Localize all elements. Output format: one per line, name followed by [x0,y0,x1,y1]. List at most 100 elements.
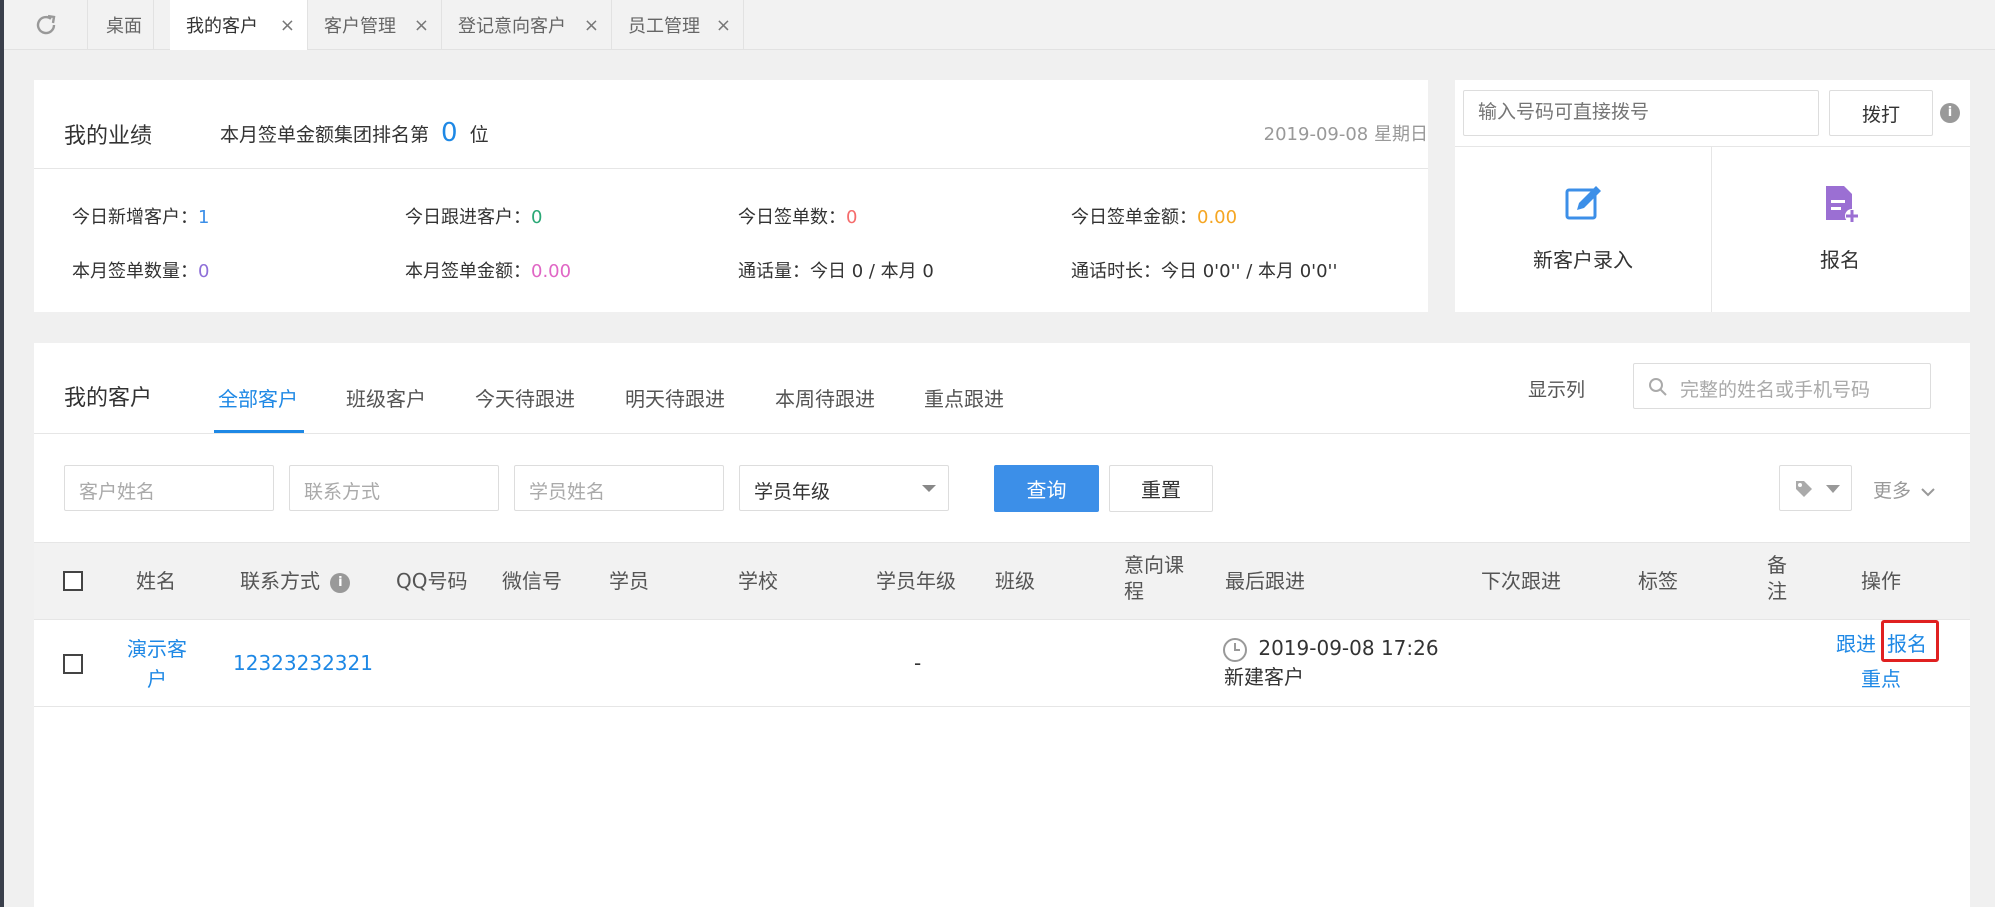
column-header: 联系方式 i [240,568,351,594]
tab-customer-management[interactable]: 客户管理 × [308,0,442,50]
caret-down-icon [1826,485,1840,493]
column-header: 姓名 [136,569,176,593]
grade-select[interactable]: 学员年级 [739,465,949,511]
dial-number-input[interactable] [1463,90,1819,136]
column-header: 标签 [1638,569,1678,593]
stat-value: 今日 0'0'' / 本月 0'0'' [1161,261,1338,282]
stat-value: 今日 0 / 本月 0 [810,261,934,282]
stat-call-duration: 通话时长：今日 0'0'' / 本月 0'0'' [1071,257,1337,283]
refresh-icon [36,14,55,35]
chevron-down-icon [1921,488,1935,497]
date-label: 2019-09-08 星期日 [1263,124,1428,145]
column-header: 最后跟进 [1225,569,1305,593]
stat-value: 0 [531,207,543,228]
stat-label: 今日跟进客户： [405,207,531,228]
customer-name-field[interactable]: 客户姓名 [64,465,274,511]
tab-bar: 桌面 我的客户 × 客户管理 × 登记意向客户 × 员工管理 × [4,0,1995,50]
column-header: 学校 [738,569,778,593]
more-button[interactable]: 更多 [1873,476,1935,503]
refresh-button[interactable] [4,0,88,50]
last-follow-note: 新建客户 [1224,665,1304,689]
column-header: 操作 [1861,569,1901,593]
grade-value: - [914,651,922,675]
tab-class-customers[interactable]: 班级客户 [346,383,426,412]
tab-desktop[interactable]: 桌面 [90,0,154,50]
last-follow-time: 2019-09-08 17:26 [1222,633,1439,663]
rank-suffix: 位 [469,124,489,146]
stat-label: 本月签单金额： [405,261,531,282]
tab-key-follow[interactable]: 重点跟进 [924,383,1004,412]
column-header: 备注 [1767,553,1787,603]
highlight-box [1881,620,1939,662]
stat-label: 通话量： [738,261,810,282]
column-header: 微信号 [502,569,562,593]
tab-follow-this-week[interactable]: 本周待跟进 [775,383,875,412]
enroll-button[interactable]: 报名 [1712,146,1968,312]
reset-button[interactable]: 重置 [1109,465,1213,512]
column-header: 班级 [995,569,1035,593]
edit-icon [1565,186,1601,220]
tab-label: 桌面 [106,16,142,37]
close-icon[interactable]: × [716,15,731,36]
new-customer-button[interactable]: 新客户录入 [1455,146,1711,312]
search-input[interactable]: 完整的姓名或手机号码 [1633,363,1931,409]
new-customer-label: 新客户录入 [1533,248,1633,272]
stat-label: 今日新增客户： [72,207,198,228]
query-button[interactable]: 查询 [994,465,1099,512]
column-header-label: 联系方式 [240,569,320,593]
stat-label: 通话时长： [1071,261,1161,282]
dial-button[interactable]: 拨打 [1829,90,1933,136]
close-icon[interactable]: × [280,15,295,36]
rank-text: 本月签单金额集团排名第 0 位 [220,118,489,148]
show-columns-button[interactable]: 显示列 [1528,375,1585,402]
stat-signed-count-month: 本月签单数量：0 [72,257,209,283]
info-icon: i [330,572,351,593]
tab-staff-management[interactable]: 员工管理 × [612,0,744,50]
customer-name-link[interactable]: 演示客户 [124,634,190,694]
close-icon[interactable]: × [584,15,599,36]
tab-label: 登记意向客户 [458,16,566,37]
student-name-field[interactable]: 学员姓名 [514,465,724,511]
stat-label: 本月签单数量： [72,261,198,282]
tab-label: 员工管理 [628,16,700,37]
stat-label: 今日签单金额： [1071,207,1197,228]
follow-up-link[interactable]: 跟进 [1836,629,1876,659]
divider [34,706,1970,707]
column-header: 意向课程 [1124,553,1184,603]
column-header: 学员 [609,569,649,593]
enroll-label: 报名 [1820,248,1860,272]
stat-value: 1 [198,207,210,228]
more-label: 更多 [1873,480,1912,502]
tab-follow-tomorrow[interactable]: 明天待跟进 [625,383,725,412]
contact-link[interactable]: 12323232321 [233,648,373,678]
row-checkbox[interactable] [63,654,83,674]
stat-label: 今日签单数： [738,207,846,228]
clock-icon [1223,637,1247,662]
search-icon [1649,378,1667,396]
search-placeholder: 完整的姓名或手机号码 [1680,379,1871,401]
divider [34,168,1428,169]
stat-value: 0 [846,207,858,228]
tab-my-customers[interactable]: 我的客户 × [170,0,308,50]
left-edge-bar [0,0,4,907]
tab-all-customers[interactable]: 全部客户 [218,383,298,412]
contact-field[interactable]: 联系方式 [289,465,499,511]
performance-title: 我的业绩 [64,124,153,149]
stat-value: 0.00 [531,261,572,282]
last-follow-time-text: 2019-09-08 17:26 [1258,636,1439,660]
tab-label: 我的客户 [186,16,258,37]
grade-select-value: 学员年级 [754,481,831,503]
tab-register-intent[interactable]: 登记意向客户 × [442,0,612,50]
file-add-icon [1826,186,1859,223]
stat-signed-amount-month: 本月签单金额：0.00 [405,257,571,283]
mark-key-link[interactable]: 重点 [1861,664,1901,694]
rank-prefix: 本月签单金额集团排名第 [220,124,430,146]
select-all-checkbox[interactable] [63,571,83,591]
customers-panel [34,343,1970,907]
close-icon[interactable]: × [414,15,429,36]
stat-followed-today: 今日跟进客户：0 [405,203,542,229]
stat-call-count: 通话量：今日 0 / 本月 0 [738,257,934,283]
info-icon[interactable]: i [1940,103,1960,123]
tab-follow-today[interactable]: 今天待跟进 [475,383,575,412]
tag-filter-button[interactable] [1779,465,1852,511]
